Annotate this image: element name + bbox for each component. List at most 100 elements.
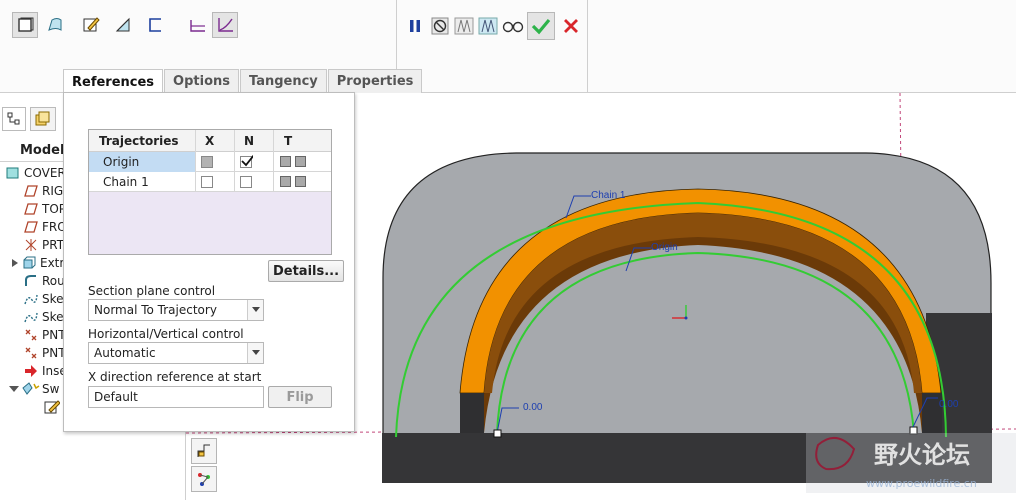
t-toggle-a[interactable] xyxy=(280,176,291,187)
tree-item-label: RIG xyxy=(42,184,64,198)
model-tree-tab[interactable] xyxy=(2,107,26,131)
tree-item-datum-plane[interactable]: FRO xyxy=(24,218,67,236)
x-checkbox[interactable] xyxy=(201,176,213,188)
datum-plane-icon xyxy=(24,221,38,233)
variable-section-button[interactable] xyxy=(212,12,238,38)
tree-item-sweep-sketch[interactable] xyxy=(44,398,60,416)
x-direction-field[interactable]: Default xyxy=(88,386,264,408)
live-preview-button[interactable] xyxy=(475,13,501,39)
thicken-icon xyxy=(149,18,161,32)
n-checkbox[interactable] xyxy=(240,176,252,188)
t-toggle-a[interactable] xyxy=(280,156,291,167)
attach-preview-button[interactable] xyxy=(451,13,477,39)
layers-icon xyxy=(35,111,50,126)
tree-item-label: Ske xyxy=(42,292,64,306)
solid-sweep-button[interactable] xyxy=(12,12,38,38)
dropdown-arrow-icon[interactable] xyxy=(247,300,263,320)
datum-plane-icon xyxy=(24,203,38,215)
surface-sweep-button[interactable] xyxy=(42,12,68,38)
ribbon-separator xyxy=(587,0,588,93)
dropdown-arrow-icon[interactable] xyxy=(247,343,263,363)
pause-button[interactable] xyxy=(402,13,428,39)
verify-button[interactable] xyxy=(500,13,526,39)
tree-item-sketch[interactable]: Ske xyxy=(24,290,64,308)
tab-properties[interactable]: Properties xyxy=(327,69,423,93)
cancel-x-icon xyxy=(564,19,578,33)
variable-section-icon xyxy=(218,18,233,32)
chain1-label: Chain 1 xyxy=(591,190,626,201)
tree-item-sketch[interactable]: Ske xyxy=(24,308,64,326)
x-checkbox[interactable] xyxy=(201,156,213,168)
tree-item-extrude[interactable]: Extr xyxy=(10,254,64,272)
tree-item-label: Rou xyxy=(42,274,65,288)
tab-options[interactable]: Options xyxy=(164,69,239,93)
flip-button[interactable]: Flip xyxy=(268,386,332,408)
section-plane-value: Normal To Trajectory xyxy=(94,303,217,317)
origin-label: Origin xyxy=(651,242,678,253)
tree-item-insert-here[interactable]: Inse xyxy=(24,362,67,380)
references-panel: Trajectories X N T Origin Chain 1 Detail… xyxy=(63,92,355,432)
viewport-tool-button[interactable] xyxy=(191,438,217,464)
t-toggle-b[interactable] xyxy=(295,156,306,167)
trajectory-end-point[interactable] xyxy=(909,426,918,435)
cancel-button[interactable] xyxy=(558,13,584,39)
t-toggle-b[interactable] xyxy=(295,176,306,187)
dimension-right: 0.00 xyxy=(939,399,959,410)
remove-material-button[interactable] xyxy=(110,12,136,38)
collapse-arrow-icon[interactable] xyxy=(8,383,20,395)
part-icon xyxy=(6,167,19,179)
tree-item-root[interactable]: COVER xyxy=(6,164,66,182)
tree-item-datum-point[interactable]: PNT xyxy=(24,344,66,362)
watermark: 野火论坛 www.proewildfire.cn xyxy=(806,433,1016,493)
trajectory-row-chain1[interactable]: Chain 1 xyxy=(89,172,331,192)
sweep-end-block xyxy=(460,393,484,433)
tree-item-label: PNT xyxy=(42,346,66,360)
expand-arrow-icon[interactable] xyxy=(10,257,20,269)
edit-sketch-icon xyxy=(44,400,60,414)
folder-browser-tab[interactable] xyxy=(30,107,56,131)
constant-section-button[interactable] xyxy=(184,12,210,38)
ribbon-toolbar: References Options Tangency Properties xyxy=(0,0,1016,94)
checkmark-icon xyxy=(241,155,253,167)
tab-references[interactable]: References xyxy=(63,69,164,94)
tree-item-datum-plane[interactable]: TOP xyxy=(24,200,66,218)
trajectory-name: Origin xyxy=(89,152,195,172)
tree-item-sweep[interactable]: Sw xyxy=(8,380,59,398)
col-trajectories: Trajectories xyxy=(99,134,179,148)
model-tree-header: Model xyxy=(20,143,65,158)
constant-section-icon xyxy=(190,20,205,32)
attach-preview-icon xyxy=(454,17,474,35)
apply-button[interactable] xyxy=(527,12,555,40)
tree-item-label: Sw xyxy=(42,382,60,396)
trajectory-row-origin[interactable]: Origin xyxy=(89,152,331,172)
viewport-tool-button[interactable] xyxy=(191,466,217,492)
trajectories-table: Trajectories X N T Origin Chain 1 xyxy=(88,129,332,255)
column-divider xyxy=(195,130,196,192)
tree-item-label: PRT xyxy=(42,238,65,252)
tree-item-round[interactable]: Rou xyxy=(24,272,65,290)
hv-control-select[interactable]: Automatic xyxy=(88,342,264,364)
sketch-section-button[interactable] xyxy=(78,12,104,38)
n-checkbox[interactable] xyxy=(240,155,253,168)
tree-item-csys[interactable]: PRT xyxy=(24,236,64,254)
pause-icon xyxy=(410,20,420,32)
measure-icon xyxy=(197,444,210,457)
trajectory-start-point[interactable] xyxy=(493,429,502,438)
tree-item-label: Extr xyxy=(40,256,65,270)
tab-tangency[interactable]: Tangency xyxy=(240,69,327,93)
section-plane-label: Section plane control xyxy=(88,284,216,298)
thicken-button[interactable] xyxy=(142,12,168,38)
solid-sweep-icon xyxy=(18,17,34,32)
no-preview-button[interactable] xyxy=(427,13,453,39)
watermark-url: www.proewildfire.cn xyxy=(866,477,977,490)
tree-item-datum-point[interactable]: PNT xyxy=(24,326,66,344)
section-plane-select[interactable]: Normal To Trajectory xyxy=(88,299,264,321)
column-divider xyxy=(273,130,274,192)
datum-point-icon xyxy=(25,347,37,359)
live-preview-icon xyxy=(478,17,498,35)
coordinate-system-icon xyxy=(25,239,37,251)
tree-item-datum-plane[interactable]: RIG xyxy=(24,182,63,200)
details-button[interactable]: Details... xyxy=(268,260,344,282)
trajectory-name: Chain 1 xyxy=(103,175,149,189)
extrude-icon xyxy=(23,256,36,269)
